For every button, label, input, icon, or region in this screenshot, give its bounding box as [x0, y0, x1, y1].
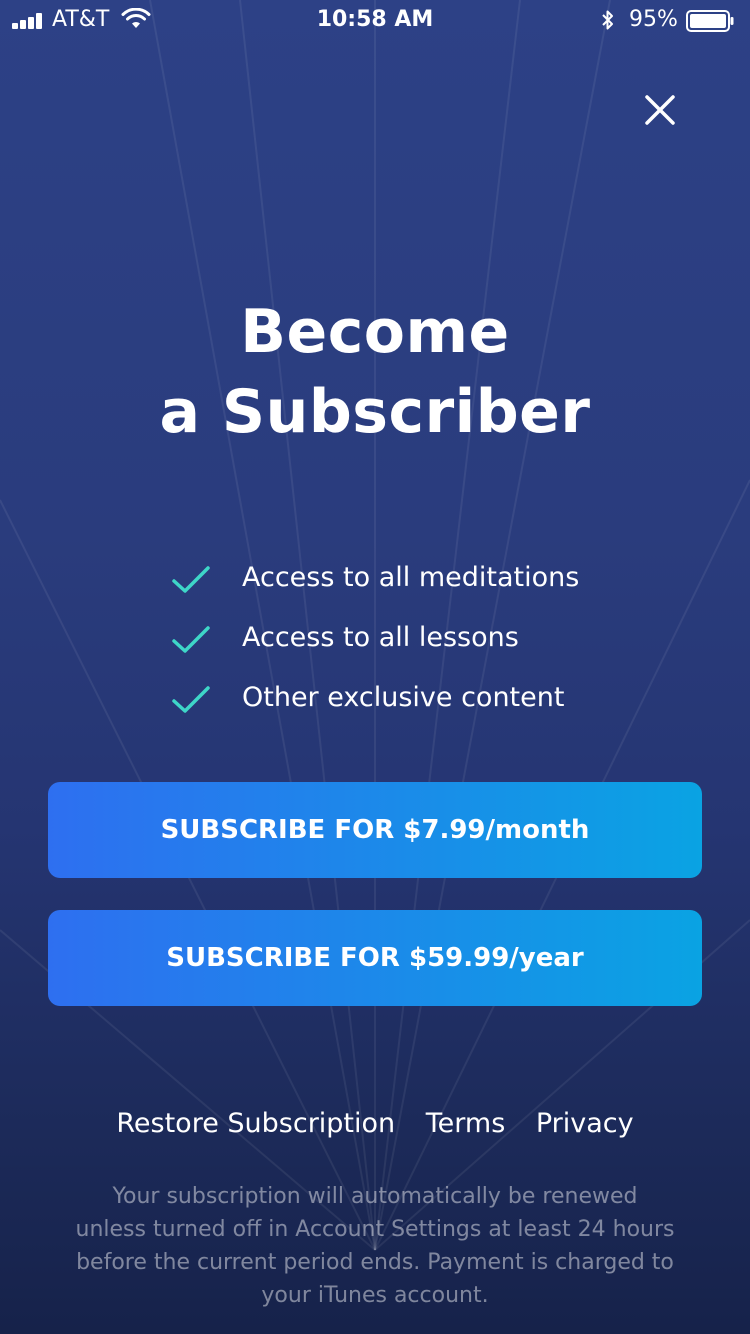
feature-label: Access to all lessons: [242, 622, 519, 653]
footer-links: Restore Subscription Terms Privacy: [0, 1108, 750, 1139]
feature-item: Other exclusive content: [170, 674, 690, 734]
battery-percent: 95%: [629, 7, 678, 32]
check-icon: [172, 686, 210, 713]
check-icon: [172, 566, 210, 593]
renewal-disclaimer: Your subscription will automatically be …: [75, 1184, 675, 1308]
close-button[interactable]: [636, 86, 684, 134]
privacy-link[interactable]: Privacy: [536, 1108, 634, 1139]
check-icon: [172, 626, 210, 653]
restore-subscription-link[interactable]: Restore Subscription: [116, 1108, 395, 1139]
battery-icon: [686, 10, 734, 32]
feature-label: Other exclusive content: [242, 682, 565, 713]
title-line-1: Become: [240, 297, 510, 367]
subscribe-yearly-button[interactable]: SUBSCRIBE FOR $59.99/year: [48, 910, 702, 1006]
title-line-2: a Subscriber: [159, 377, 591, 447]
subscribe-monthly-button[interactable]: SUBSCRIBE FOR $7.99/month: [48, 782, 702, 878]
feature-label: Access to all meditations: [242, 562, 580, 593]
feature-list: Access to all meditations Access to all …: [170, 554, 690, 734]
close-icon: [645, 95, 675, 125]
terms-link[interactable]: Terms: [426, 1108, 506, 1139]
feature-item: Access to all meditations: [170, 554, 690, 614]
subscription-screen: AT&T 10:58 AM 95% Become a Subscriber Ac…: [0, 0, 750, 1334]
feature-item: Access to all lessons: [170, 614, 690, 674]
status-bar: AT&T 10:58 AM 95%: [0, 0, 750, 40]
page-title: Become a Subscriber: [0, 292, 750, 452]
bluetooth-icon: [602, 10, 613, 30]
